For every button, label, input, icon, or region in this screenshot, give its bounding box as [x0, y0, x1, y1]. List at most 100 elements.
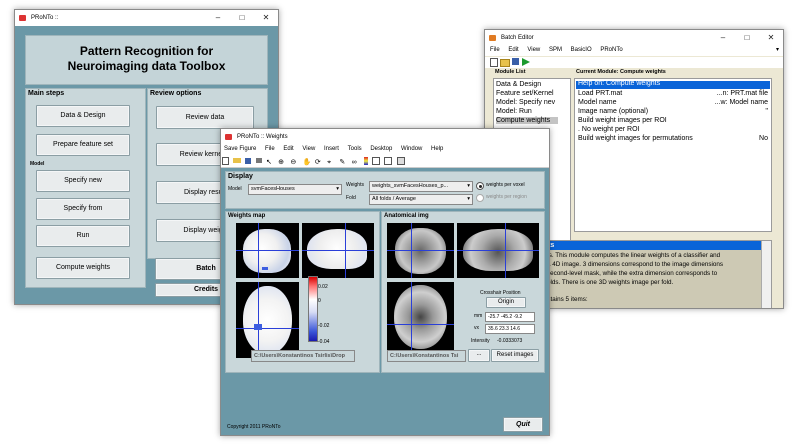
- quit-button[interactable]: Quit: [503, 417, 543, 432]
- colorbar-tick-4: -0.04: [318, 339, 330, 345]
- load-prt-row[interactable]: Load PRT.mat ...n: PRT.mat file: [578, 90, 768, 99]
- mm-field[interactable]: -25.7 -45.2 -9.2: [485, 312, 535, 322]
- menu-help[interactable]: Help: [431, 146, 443, 152]
- specify-new-button[interactable]: Specify new: [36, 170, 130, 192]
- menu-file[interactable]: File: [265, 146, 275, 152]
- pronto-app-icon: [19, 15, 26, 21]
- compute-weights-button[interactable]: Compute weights: [36, 257, 130, 279]
- menu-overflow-icon[interactable]: ▾: [776, 45, 779, 56]
- open-file-icon[interactable]: [233, 158, 242, 164]
- module-item-feature-set[interactable]: Feature set/Kernel: [496, 90, 554, 97]
- batch-menu-file[interactable]: File: [490, 47, 500, 53]
- crosshair-h: [302, 250, 374, 251]
- prepare-feature-set-button[interactable]: Prepare feature set: [36, 134, 130, 156]
- module-item-compute-weights[interactable]: Compute weights: [496, 117, 558, 124]
- new-figure-icon[interactable]: [222, 156, 229, 165]
- build-roi-row[interactable]: Build weight images per ROI: [578, 117, 768, 126]
- weights-path-field[interactable]: C:\Users\Konstantinos Tsirlis\Drop: [251, 350, 355, 362]
- batch-titlebar: Batch Editor – □ ✕: [485, 30, 783, 46]
- build-roi-label: Build weight images per ROI: [578, 117, 667, 124]
- zoom-in-icon[interactable]: ⊕: [278, 157, 286, 166]
- vx-field[interactable]: 35.6 23.3 14.6: [485, 324, 535, 334]
- minimize-icon[interactable]: –: [206, 10, 230, 26]
- no-weight-roi-row[interactable]: . No weight per ROI: [578, 126, 768, 135]
- module-item-model-run[interactable]: Model: Run: [496, 108, 532, 115]
- help-row[interactable]: Help on: Compute weights: [576, 80, 770, 89]
- menu-view[interactable]: View: [302, 146, 315, 152]
- reset-images-button[interactable]: Reset images: [491, 349, 539, 362]
- crosshair-h: [236, 328, 299, 329]
- weights-menubar: Save Figure File Edit View Insert Tools …: [221, 144, 549, 155]
- colorbar-tick-2: 0: [318, 298, 321, 304]
- run-button[interactable]: Run: [36, 225, 130, 247]
- anatomical-path-field[interactable]: C:\Users\Konstantinos Tsi: [387, 350, 466, 362]
- browse-button[interactable]: ...: [468, 349, 490, 362]
- show-plot-tools-icon[interactable]: [396, 156, 405, 165]
- brush-icon[interactable]: ✎: [339, 157, 347, 166]
- anatomical-coronal[interactable]: [387, 223, 454, 278]
- model-select[interactable]: svmFacesHouses ▾: [248, 184, 342, 195]
- weights-select[interactable]: weights_svmFacesHouses_p... ▾: [369, 181, 473, 192]
- permutations-row[interactable]: Build weight images for permutations No: [578, 135, 768, 144]
- specify-from-button[interactable]: Specify from: [36, 198, 130, 220]
- data-design-button[interactable]: Data & Design: [36, 105, 130, 127]
- fold-select[interactable]: All folds / Average ▾: [369, 194, 473, 205]
- anatomical-sagittal[interactable]: [457, 223, 539, 278]
- batch-menu-view[interactable]: View: [527, 47, 540, 53]
- maximize-icon[interactable]: □: [735, 30, 759, 46]
- zoom-out-icon[interactable]: ⊖: [290, 157, 298, 166]
- help-footer: ntains 5 items:: [547, 296, 588, 303]
- batch-menu-edit[interactable]: Edit: [508, 47, 518, 53]
- new-file-icon[interactable]: [490, 58, 498, 67]
- weights-select-value: weights_svmFacesHouses_p...: [372, 183, 449, 189]
- print-icon[interactable]: [255, 158, 262, 164]
- matlab-app-icon: [489, 35, 496, 41]
- rotate-icon[interactable]: ⟳: [315, 157, 323, 166]
- weights-map-axial[interactable]: [236, 282, 299, 358]
- intensity-value: -0.0333073: [497, 338, 523, 344]
- module-item-data-design[interactable]: Data & Design: [496, 81, 541, 88]
- pointer-icon[interactable]: ↖: [266, 157, 274, 166]
- batch-menu-pronto[interactable]: PRoNTo: [600, 47, 622, 53]
- save-figure-icon[interactable]: [245, 157, 252, 164]
- crosshair-h: [457, 250, 539, 251]
- anatomical-axial[interactable]: [387, 282, 454, 352]
- batch-menu-basicio[interactable]: BasicIO: [571, 47, 592, 53]
- maximize-icon[interactable]: □: [230, 10, 254, 26]
- minimize-icon[interactable]: –: [711, 30, 735, 46]
- radio-voxel[interactable]: [476, 182, 484, 190]
- load-prt-label: Load PRT.mat: [578, 90, 623, 97]
- image-name-row[interactable]: Image name (optional) '': [578, 108, 768, 117]
- chevron-down-icon: ▾: [467, 183, 470, 189]
- brain-shape: [395, 228, 446, 274]
- review-data-button[interactable]: Review data: [156, 106, 254, 129]
- module-item-model-specify[interactable]: Model: Specify nev: [496, 99, 555, 106]
- model-name-row[interactable]: Model name ...w: Model name: [578, 99, 768, 108]
- menu-insert[interactable]: Insert: [324, 146, 339, 152]
- batch-menu-spm[interactable]: SPM: [549, 47, 562, 53]
- hide-plot-tools-icon[interactable]: [384, 156, 393, 165]
- open-folder-icon[interactable]: [500, 59, 510, 67]
- menu-window[interactable]: Window: [401, 146, 422, 152]
- legend-icon[interactable]: [372, 156, 381, 165]
- menu-save-figure[interactable]: Save Figure: [224, 146, 256, 152]
- batch-window-title: Batch Editor: [501, 35, 534, 41]
- close-icon[interactable]: ✕: [759, 30, 783, 46]
- pan-icon[interactable]: ✋: [303, 157, 312, 166]
- menu-edit[interactable]: Edit: [283, 146, 293, 152]
- colorbar-icon[interactable]: [363, 156, 368, 165]
- weights-map-coronal[interactable]: [236, 223, 299, 278]
- origin-button[interactable]: Origin: [486, 297, 526, 308]
- menu-tools[interactable]: Tools: [348, 146, 362, 152]
- link-icon[interactable]: ∞: [352, 157, 360, 166]
- weights-label: Weights: [346, 182, 364, 188]
- radio-region[interactable]: [476, 194, 484, 202]
- close-icon[interactable]: ✕: [254, 10, 278, 26]
- weights-map-sagittal[interactable]: [302, 223, 374, 278]
- menu-desktop[interactable]: Desktop: [370, 146, 392, 152]
- save-icon[interactable]: [512, 58, 519, 65]
- radio-region-label: weights per region: [486, 194, 527, 200]
- run-batch-icon[interactable]: [522, 58, 530, 66]
- data-cursor-icon[interactable]: ⌖: [327, 157, 335, 166]
- help-scrollbar[interactable]: [761, 241, 771, 308]
